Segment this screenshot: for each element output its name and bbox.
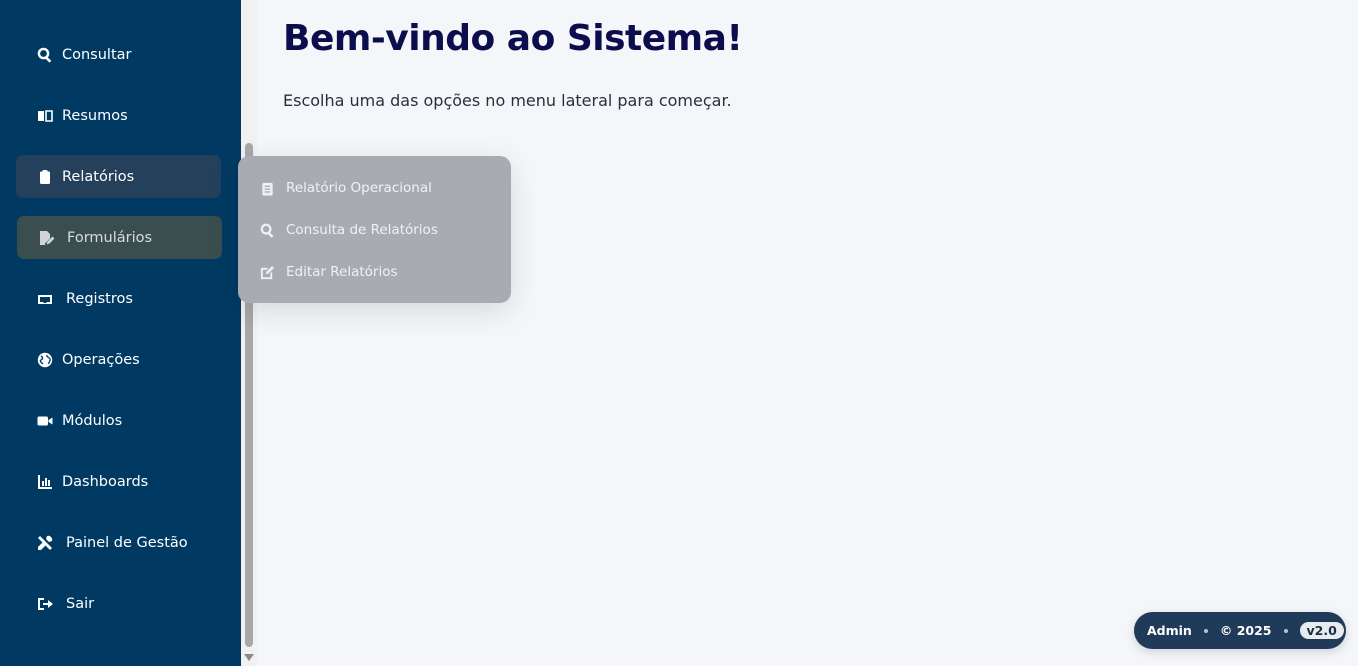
sidebar-item-consultar[interactable]: Consultar xyxy=(16,33,221,76)
sidebar-item-resumos[interactable]: Resumos xyxy=(16,94,221,137)
separator-dot xyxy=(1283,628,1288,633)
separator-dot xyxy=(1203,628,1208,633)
submenu-item-relatorio-operacional[interactable]: Relatório Operacional xyxy=(260,177,432,199)
sidebar-item-label: Registros xyxy=(66,290,133,307)
sign-out-icon xyxy=(36,595,54,613)
sidebar-item-label: Resumos xyxy=(62,107,128,124)
tools-icon xyxy=(36,534,54,552)
sidebar-item-relatorios[interactable]: Relatórios xyxy=(16,155,221,198)
clipboard-list-icon xyxy=(262,182,273,196)
sidebar-item-label: Sair xyxy=(66,595,95,612)
sidebar-item-registros[interactable]: Registros xyxy=(16,277,221,320)
relatorios-submenu: Relatório Operacional Consulta de Relató… xyxy=(238,156,511,303)
clipboard-icon xyxy=(36,168,54,186)
search-icon xyxy=(36,46,54,64)
book-icon xyxy=(36,107,54,125)
edit-icon xyxy=(260,265,275,279)
sidebar-item-modulos[interactable]: Módulos xyxy=(16,399,221,442)
version-badge: v2.0 xyxy=(1299,622,1344,639)
sidebar-item-label: Operações xyxy=(62,351,140,368)
sidebar-item-sair[interactable]: Sair xyxy=(16,582,221,625)
sidebar-item-dashboards[interactable]: Dashboards xyxy=(16,460,221,503)
sidebar-item-operacoes[interactable]: Operações xyxy=(16,338,221,381)
sidebar-item-label: Painel de Gestão xyxy=(66,534,188,551)
inbox-icon xyxy=(36,290,54,308)
sidebar-item-label: Formulários xyxy=(67,229,153,246)
scroll-down-arrow-icon[interactable] xyxy=(244,654,254,661)
submenu-item-consulta-de-relatorios[interactable]: Consulta de Relatórios xyxy=(260,219,438,241)
file-edit-icon xyxy=(37,229,55,247)
submenu-item-label: Editar Relatórios xyxy=(286,264,398,280)
submenu-item-label: Relatório Operacional xyxy=(286,180,432,196)
footer-copyright: © 2025 xyxy=(1219,623,1272,638)
sidebar-item-label: Consultar xyxy=(62,46,132,63)
globe-icon xyxy=(36,351,54,369)
search-icon xyxy=(260,223,274,238)
submenu-item-label: Consulta de Relatórios xyxy=(286,222,438,238)
sidebar-item-painel-de-gestao[interactable]: Painel de Gestão xyxy=(16,521,221,564)
sidebar-item-label: Módulos xyxy=(62,412,123,429)
sidebar-item-formularios[interactable]: Formulários xyxy=(17,216,222,259)
page-title: Bem-vindo ao Sistema! xyxy=(283,18,743,59)
page-subtitle: Escolha uma das opções no menu lateral p… xyxy=(283,91,732,110)
footer-user: Admin xyxy=(1147,623,1192,638)
chart-icon xyxy=(36,473,54,491)
sidebar: Consultar Resumos Relatórios Formulários… xyxy=(0,0,241,666)
sidebar-item-label: Relatórios xyxy=(62,168,135,185)
sidebar-scrollbar[interactable] xyxy=(241,0,257,666)
footer-info-badge: Admin © 2025 v2.0 xyxy=(1134,612,1346,649)
submenu-item-editar-relatorios[interactable]: Editar Relatórios xyxy=(260,261,398,283)
sidebar-item-label: Dashboards xyxy=(62,473,149,490)
video-icon xyxy=(36,412,54,430)
